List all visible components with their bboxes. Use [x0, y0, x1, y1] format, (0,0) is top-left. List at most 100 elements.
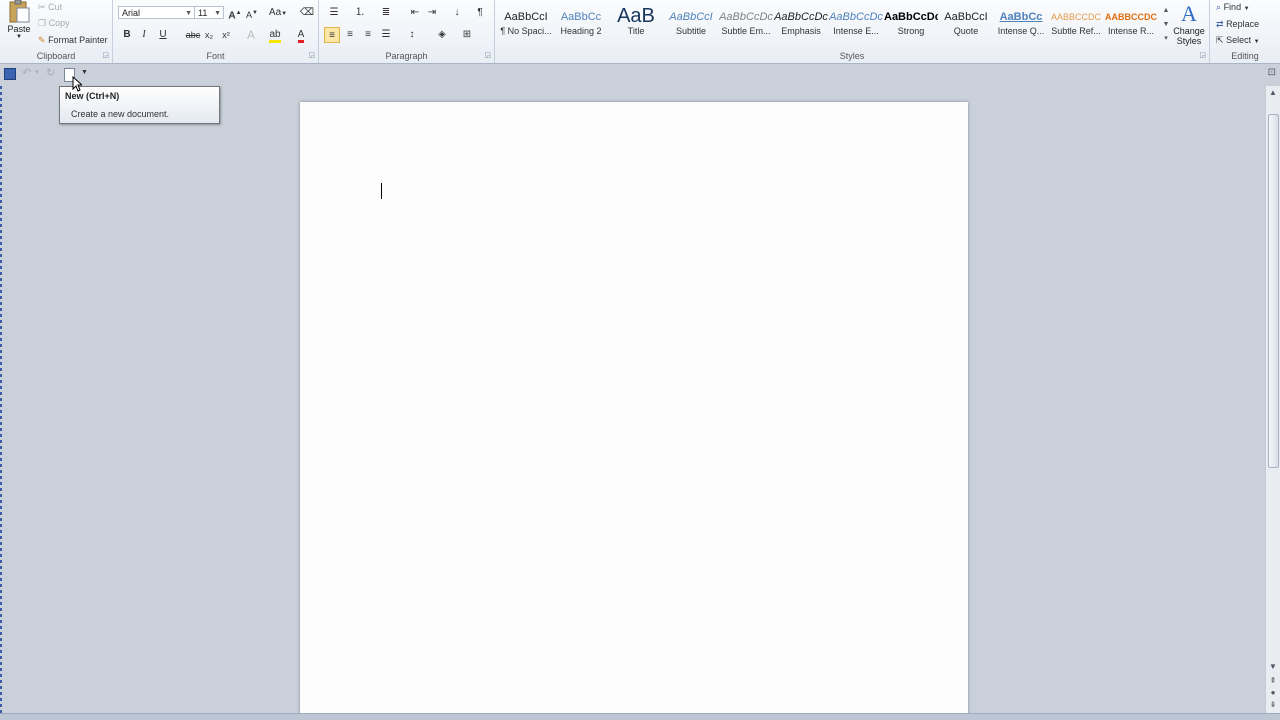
next-page-icon[interactable]: ⇟ — [1266, 700, 1280, 709]
chevron-down-icon[interactable]: ▼ — [34, 70, 40, 76]
paste-button[interactable]: Paste ▼ — [4, 0, 34, 46]
style-item[interactable]: AaBbCcDc Emphasis — [774, 4, 828, 44]
style-name: Emphasis — [781, 26, 821, 36]
save-icon[interactable] — [4, 68, 16, 80]
justify-button[interactable]: ☰ — [378, 27, 394, 43]
scroll-down-icon[interactable]: ▼ — [1266, 662, 1280, 671]
dialog-launcher-icon[interactable]: ◲ — [1199, 51, 1206, 59]
format-painter-button[interactable]: ✎ Format Painter — [38, 35, 108, 46]
redo-icon[interactable]: ↻ — [46, 66, 55, 79]
paragraph-group: ☰ ⒈ ≣ ⇤ ⇥ ↓ ¶ ≡ ≡ ≡ ☰ ↕ ◈ ⊞ Paragraph ◲ — [319, 0, 495, 63]
change-styles-button[interactable]: A Change Styles — [1171, 2, 1207, 47]
brush-icon: ✎ — [38, 35, 46, 45]
font-group-label: Font — [206, 51, 225, 61]
document-page[interactable] — [300, 102, 968, 716]
bold-button[interactable]: B — [119, 27, 135, 43]
multilevel-list-button[interactable]: ≣ — [378, 5, 394, 21]
replace-label: Replace — [1226, 19, 1260, 29]
replace-icon: ⇄ — [1216, 19, 1224, 29]
scrollbar-thumb[interactable] — [1268, 114, 1279, 468]
bold-icon: B — [123, 29, 131, 40]
clear-formatting-button[interactable]: ⌫ — [299, 5, 315, 21]
style-item[interactable]: AaBbCc Intense Q... — [994, 4, 1048, 44]
sort-button[interactable]: ↓ — [449, 5, 465, 21]
increase-indent-button[interactable]: ⇥ — [424, 5, 440, 21]
line-spacing-button[interactable]: ↕ — [404, 27, 420, 43]
style-sample: AABBCCDC — [1105, 12, 1157, 22]
align-left-button[interactable]: ≡ — [324, 27, 340, 43]
chevron-down-icon[interactable]: ▼ — [1161, 18, 1171, 32]
align-right-button[interactable]: ≡ — [360, 27, 376, 43]
bullets-button[interactable]: ☰ — [326, 5, 342, 21]
font-color-button[interactable]: A — [293, 27, 309, 43]
style-name: Intense R... — [1107, 26, 1155, 36]
change-case-icon: Aa — [268, 7, 282, 18]
increase-indent-icon: ⇥ — [427, 7, 437, 18]
superscript-button[interactable]: x² — [218, 27, 234, 43]
cursor-arrow-icon: ⇱ — [1216, 35, 1224, 45]
browse-object-icon[interactable]: ● — [1266, 688, 1280, 697]
cut-button[interactable]: ✂ Cut — [38, 2, 62, 13]
text-effects-button[interactable]: A — [243, 27, 259, 43]
style-sample: AaBbCcDc — [829, 11, 883, 23]
font-color-icon: A — [297, 29, 305, 43]
style-item[interactable]: AaBbCcDc Strong — [884, 4, 938, 44]
dialog-launcher-icon[interactable]: ◲ — [102, 51, 109, 59]
text-effects-icon: A — [246, 28, 255, 42]
vertical-scrollbar[interactable]: ▲ ▼ ⇞ ● ⇟ — [1265, 86, 1280, 716]
align-right-icon: ≡ — [365, 29, 371, 40]
scroll-up-icon[interactable]: ▲ — [1266, 88, 1280, 97]
shrink-font-button[interactable]: A▼ — [244, 5, 260, 21]
scissors-icon: ✂ — [38, 2, 46, 12]
style-item[interactable]: AABBCCDC Subtle Ref... — [1049, 4, 1103, 44]
copy-button[interactable]: ❐ Copy — [38, 18, 70, 29]
decrease-indent-button[interactable]: ⇤ — [407, 5, 423, 21]
italic-button[interactable]: I — [136, 27, 152, 43]
style-item[interactable]: AaBbCcI Quote — [939, 4, 993, 44]
more-styles-icon[interactable]: ▾ — [1161, 32, 1171, 46]
tooltip-title: New (Ctrl+N) — [65, 91, 120, 101]
styles-group-label: Styles — [839, 51, 865, 61]
font-size-select[interactable]: 11 ▼ — [194, 6, 224, 19]
bullet-list-icon: ☰ — [329, 7, 339, 18]
change-styles-label: Change Styles — [1173, 26, 1205, 46]
dialog-launcher-icon[interactable]: ◲ — [308, 51, 315, 59]
undo-icon[interactable]: ↶ — [22, 66, 31, 79]
style-name: Intense Q... — [997, 26, 1045, 36]
shading-button[interactable]: ◈ — [434, 27, 450, 43]
clipboard-group: Paste ▼ ✂ Cut ❐ Copy ✎ Format Painter Cl… — [0, 0, 113, 63]
gallery-scroll[interactable]: ▲ ▼ ▾ — [1161, 4, 1171, 46]
style-item[interactable]: AaBbCcI ¶ No Spaci... — [499, 4, 553, 44]
subscript-button[interactable]: x₂ — [201, 27, 217, 43]
style-item[interactable]: AaBbCc Heading 2 — [554, 4, 608, 44]
borders-button[interactable]: ⊞ — [459, 27, 475, 43]
style-item[interactable]: AaBbCcDc Intense E... — [829, 4, 883, 44]
style-item[interactable]: AaB Title — [609, 4, 663, 44]
font-family-select[interactable]: Arial ▼ — [118, 6, 195, 19]
clipboard-group-label: Clipboard — [36, 51, 76, 61]
highlight-button[interactable]: ab — [265, 27, 285, 43]
style-item[interactable]: AABBCCDC Intense R... — [1104, 4, 1158, 44]
change-case-button[interactable]: Aa▼ — [268, 5, 288, 21]
grow-font-button[interactable]: A▲ — [227, 5, 243, 21]
strikethrough-button[interactable]: abc — [183, 27, 203, 43]
previous-page-icon[interactable]: ⇞ — [1266, 676, 1280, 685]
style-name: Subtle Ref... — [1051, 26, 1101, 36]
editing-group-label: Editing — [1231, 51, 1259, 61]
show-formatting-button[interactable]: ¶ — [472, 5, 488, 21]
find-button[interactable]: ⌕ Find ▼ — [1216, 2, 1250, 13]
replace-button[interactable]: ⇄ Replace — [1216, 19, 1259, 30]
style-item[interactable]: AaBbCcDc Subtle Em... — [719, 4, 773, 44]
copy-label: Copy — [48, 18, 70, 28]
dialog-launcher-icon[interactable]: ◲ — [484, 51, 491, 59]
customize-toolbar-icon[interactable]: ▼ — [81, 69, 88, 76]
numbering-button[interactable]: ⒈ — [352, 5, 368, 21]
chevron-up-icon[interactable]: ▲ — [1161, 4, 1171, 18]
ruler-toggle-icon[interactable]: ⊡ — [1268, 67, 1276, 78]
line-spacing-icon: ↕ — [409, 29, 415, 40]
underline-button[interactable]: U — [155, 27, 171, 43]
pilcrow-icon: ¶ — [477, 7, 483, 18]
select-button[interactable]: ⇱ Select ▼ — [1216, 35, 1260, 46]
style-item[interactable]: AaBbCcI Subtitle — [664, 4, 718, 44]
align-center-button[interactable]: ≡ — [342, 27, 358, 43]
